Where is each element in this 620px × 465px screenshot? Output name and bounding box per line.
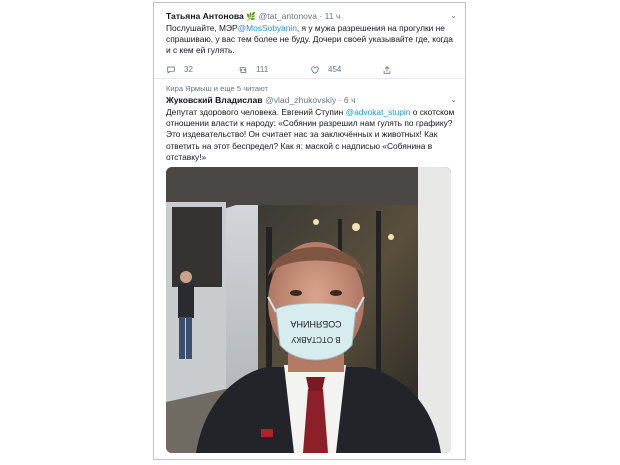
- tweet-text: Послушайте, МЭР@MosSobyanin, я у мужа ра…: [166, 23, 459, 57]
- tweet-video[interactable]: СОБЯНИНА В ОТСТАВКУ: [166, 167, 451, 453]
- author-name[interactable]: Жуковский Владислав: [166, 95, 263, 105]
- reply-button[interactable]: 32: [166, 65, 238, 75]
- tweet-header: Татьяна Антонова 🌿 @tat_antonova · 11 ч: [166, 11, 459, 22]
- reply-icon: [167, 66, 175, 74]
- tweet-header: Жуковский Владислав @vlad_zhukovskiy · 6…: [166, 95, 459, 106]
- tweet-time[interactable]: · 6 ч: [339, 95, 356, 105]
- mask-text-line-2: В ОТСТАВКУ: [290, 335, 340, 344]
- like-icon: [311, 66, 319, 74]
- chevron-down-icon[interactable]: ⌄: [450, 95, 457, 104]
- tweet-actions: 32 111 454: [166, 65, 459, 75]
- share-button[interactable]: [382, 65, 454, 75]
- reply-count: 32: [184, 65, 193, 75]
- like-button[interactable]: 454: [310, 65, 382, 75]
- retweet-button[interactable]: 111: [238, 65, 310, 75]
- tweet[interactable]: Татьяна Антонова 🌿 @tat_antonova · 11 ч …: [154, 3, 465, 79]
- tweet-text: Депутат здорового человека. Евгений Ступ…: [166, 107, 459, 163]
- share-icon: [383, 65, 391, 74]
- tweet-text-part: Депутат здорового человека. Евгений Ступ…: [166, 107, 346, 117]
- chevron-down-icon[interactable]: ⌄: [450, 11, 457, 20]
- mention-link[interactable]: @MosSobyanin: [238, 23, 297, 33]
- like-count: 454: [328, 65, 342, 75]
- author-handle[interactable]: @vlad_zhukovskiy: [265, 95, 336, 105]
- tweet-text-part: Послушайте, МЭР: [166, 23, 238, 33]
- retweet-icon: [239, 66, 247, 73]
- video-frame: СОБЯНИНА В ОТСТАВКУ: [166, 167, 451, 453]
- social-context[interactable]: Кира Ярмыш и еще 5 читают: [166, 84, 268, 93]
- leaf-icon: 🌿: [246, 12, 257, 21]
- tweet[interactable]: Кира Ярмыш и еще 5 читают Жуковский Влад…: [154, 79, 465, 459]
- mask-text-line-1: СОБЯНИНА: [290, 319, 341, 329]
- twitter-timeline: Татьяна Антонова 🌿 @tat_antonova · 11 ч …: [153, 2, 466, 460]
- author-handle[interactable]: @tat_antonova: [259, 11, 317, 21]
- retweet-count: 111: [256, 65, 269, 75]
- author-name[interactable]: Татьяна Антонова: [166, 11, 244, 21]
- mention-link[interactable]: @advokat_stupin: [346, 107, 411, 117]
- tweet-time[interactable]: · 11 ч: [319, 11, 340, 21]
